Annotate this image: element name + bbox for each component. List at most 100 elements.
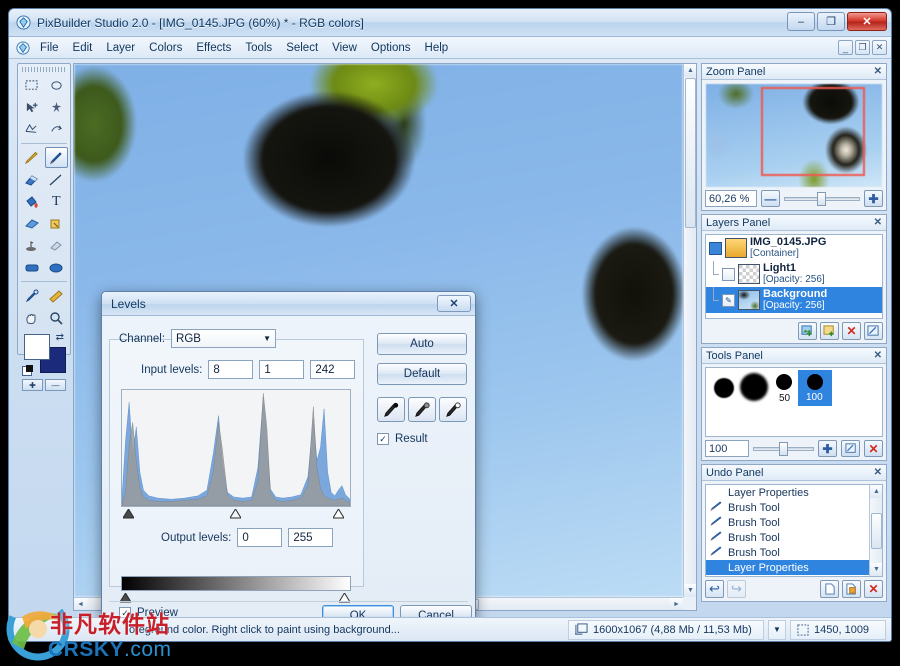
close-button[interactable]: ✕ (847, 12, 887, 31)
zoom-tool[interactable] (45, 307, 69, 328)
layer-visibility-toggle[interactable] (722, 267, 735, 281)
undo-entry[interactable]: Layer Properties (706, 485, 882, 500)
channel-select[interactable]: RGB ▼ (171, 329, 277, 348)
menu-item-file[interactable]: File (33, 40, 66, 56)
add-brush-button[interactable]: ✚ (818, 440, 837, 457)
canvas-vertical-scrollbar[interactable]: ▲ ▼ (683, 64, 696, 597)
add-swatch-button[interactable]: ✚ (22, 379, 43, 391)
swap-colors-icon[interactable]: ⇄ (56, 332, 64, 343)
move-tool[interactable] (20, 97, 44, 118)
scroll-right-arrow[interactable]: ► (670, 598, 683, 610)
lasso-select-tool[interactable] (45, 75, 69, 96)
polygon-lasso-tool[interactable] (20, 119, 44, 140)
mdi-restore-button[interactable]: ❐ (855, 40, 870, 55)
line-tool[interactable] (45, 169, 69, 190)
input-white-field[interactable]: 242 (310, 360, 356, 379)
layer-row-container[interactable]: IMG_0145.JPG [Container] (706, 235, 882, 261)
vertical-scroll-thumb[interactable] (685, 78, 696, 228)
levels-dialog[interactable]: Levels ✕ Channel: RGB ▼ Input levels: 8 (101, 291, 476, 631)
output-black-field[interactable]: 0 (237, 528, 283, 547)
undo-scroll-thumb[interactable] (871, 513, 882, 549)
tools-panel-close-icon[interactable]: ✕ (874, 350, 882, 361)
default-colors-icon[interactable] (22, 365, 33, 376)
menu-item-colors[interactable]: Colors (142, 40, 189, 56)
undo-scroll-down-arrow[interactable]: ▼ (870, 563, 882, 576)
shape-ellipse-tool[interactable] (45, 257, 69, 278)
scroll-left-arrow[interactable]: ◄ (74, 598, 87, 610)
undo-panel-close-icon[interactable]: ✕ (874, 467, 882, 478)
output-white-field[interactable]: 255 (288, 528, 334, 547)
undo-button[interactable]: ↩ (705, 580, 724, 598)
brush-item-soft-large[interactable] (740, 373, 768, 401)
layers-panel-close-icon[interactable]: ✕ (874, 217, 882, 228)
layers-list[interactable]: IMG_0145.JPG [Container] Light1 [Opacity… (705, 234, 883, 319)
rectangle-select-tool[interactable] (20, 75, 44, 96)
delete-layer-button[interactable]: ✕ (842, 322, 861, 340)
duplicate-snapshot-button[interactable] (842, 580, 861, 598)
undo-list-scrollbar[interactable]: ▲ ▼ (869, 485, 882, 576)
magic-wand-tool[interactable] (45, 97, 69, 118)
undo-history-list[interactable]: Layer Properties Brush Tool Brush Tool B… (705, 484, 883, 577)
mdi-minimize-button[interactable]: _ (838, 40, 853, 55)
gray-point-eyedropper[interactable] (408, 397, 436, 422)
redo-button[interactable]: ↪ (727, 580, 746, 598)
input-black-field[interactable]: 8 (208, 360, 254, 379)
menu-item-layer[interactable]: Layer (99, 40, 142, 56)
black-point-marker[interactable] (122, 508, 135, 519)
remove-swatch-button[interactable]: — (45, 379, 66, 391)
zoom-slider[interactable] (784, 190, 860, 207)
layer-visibility-toggle[interactable] (709, 241, 722, 255)
result-checkbox[interactable]: ✓ (377, 433, 389, 445)
brush-item-50[interactable] (776, 374, 792, 390)
brush-item-100-selected[interactable]: 100 (798, 370, 832, 406)
toolbox-grip[interactable] (22, 67, 66, 72)
delete-brush-button[interactable]: ✕ (864, 440, 883, 457)
zoom-in-button[interactable]: ✚ (864, 190, 883, 207)
clone-stamp-tool[interactable] (45, 213, 69, 234)
input-gamma-field[interactable]: 1 (259, 360, 305, 379)
undo-entry[interactable]: Brush Tool (706, 530, 882, 545)
foreground-color-swatch[interactable] (24, 334, 50, 360)
measure-tool[interactable] (45, 285, 69, 306)
smudge-tool[interactable] (20, 235, 44, 256)
brush-size-value[interactable]: 100 (705, 440, 749, 457)
menu-item-view[interactable]: View (325, 40, 364, 56)
white-point-eyedropper[interactable] (439, 397, 467, 422)
hand-tool[interactable] (20, 307, 44, 328)
eraser-tool[interactable] (20, 169, 44, 190)
zoom-viewport-rectangle[interactable] (761, 87, 865, 176)
gamma-point-marker[interactable] (229, 508, 242, 519)
menu-item-tools[interactable]: Tools (238, 40, 279, 56)
white-point-marker[interactable] (332, 508, 345, 519)
scroll-up-arrow[interactable]: ▲ (684, 64, 696, 77)
brush-item-soft-small[interactable] (714, 378, 734, 398)
add-image-layer-button[interactable] (798, 322, 817, 340)
layer-properties-button[interactable] (864, 322, 883, 340)
layer-visibility-toggle[interactable]: ✎ (722, 293, 735, 307)
undo-entry[interactable]: Brush Tool (706, 500, 882, 515)
brush-list[interactable]: 50 100 (705, 367, 883, 437)
menu-item-edit[interactable]: Edit (66, 40, 100, 56)
brush-size-slider[interactable] (753, 440, 814, 457)
edit-brush-button[interactable] (841, 440, 860, 457)
undo-entry[interactable]: Brush Tool (706, 545, 882, 560)
layer-row-light1[interactable]: Light1 [Opacity: 256] (706, 261, 882, 287)
status-dropdown[interactable]: ▼ (768, 619, 786, 640)
eyedropper-tool[interactable] (20, 285, 44, 306)
menu-item-options[interactable]: Options (364, 40, 418, 56)
zoom-thumbnail[interactable] (706, 84, 882, 187)
add-layer-button[interactable] (820, 322, 839, 340)
undo-entry[interactable]: Brush Tool (706, 515, 882, 530)
scroll-down-arrow[interactable]: ▼ (684, 584, 696, 597)
menu-item-effects[interactable]: Effects (189, 40, 238, 56)
undo-scroll-up-arrow[interactable]: ▲ (870, 485, 882, 498)
levels-dialog-close-button[interactable]: ✕ (437, 295, 471, 312)
blur-tool[interactable] (45, 235, 69, 256)
menu-item-select[interactable]: Select (279, 40, 325, 56)
shape-rectangle-tool[interactable] (20, 257, 44, 278)
pencil-tool[interactable] (20, 147, 44, 168)
maximize-button[interactable]: ❐ (817, 12, 845, 31)
auto-button[interactable]: Auto (377, 333, 467, 355)
minimize-button[interactable]: – (787, 12, 815, 31)
paint-bucket-tool[interactable] (20, 191, 44, 212)
